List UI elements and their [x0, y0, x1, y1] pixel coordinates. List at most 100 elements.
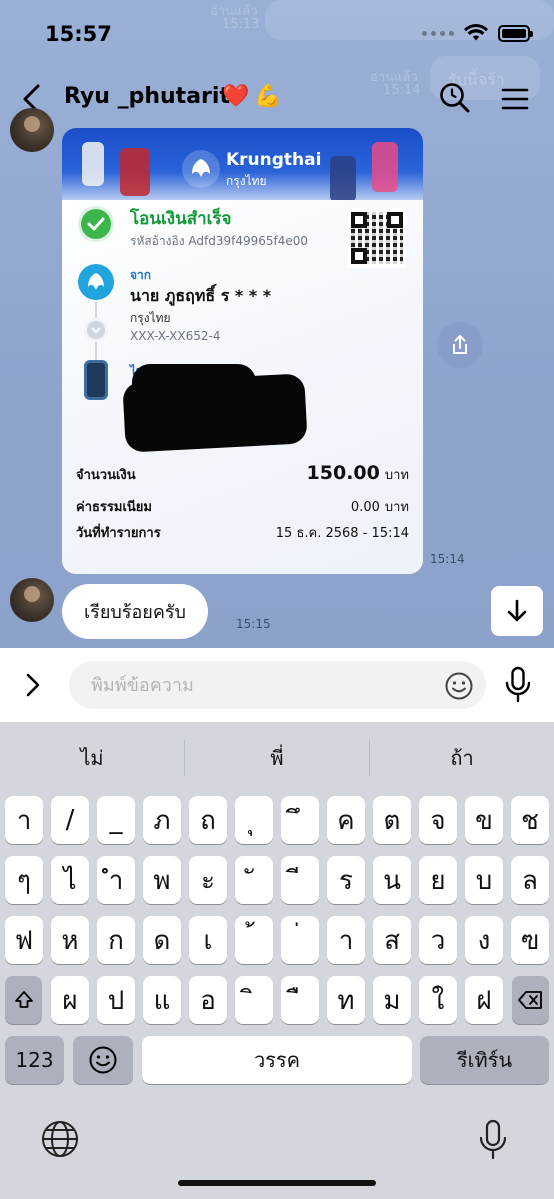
key-letter[interactable]: เ	[189, 916, 227, 964]
chevron-down-icon	[84, 318, 108, 342]
status-bar: 15:57	[0, 0, 554, 70]
emoji-button[interactable]	[444, 671, 474, 701]
voice-message-button[interactable]	[503, 666, 533, 704]
key-letter[interactable]: ำ	[97, 856, 135, 904]
key-letter[interactable]: ร	[327, 856, 365, 904]
muscle-emoji: 💪	[254, 84, 282, 109]
suggestion[interactable]: ไม่	[0, 742, 184, 774]
shift-key[interactable]	[5, 976, 42, 1024]
key-letter[interactable]: ถ	[189, 796, 227, 844]
bank-name: Krungthai	[226, 150, 322, 170]
athlete-figure	[330, 156, 356, 202]
key-letter[interactable]: ิ	[235, 976, 273, 1024]
key-letter[interactable]: ว	[419, 916, 457, 964]
key-letter[interactable]: ่	[281, 916, 319, 964]
key-letter[interactable]: บ	[465, 856, 503, 904]
share-icon	[453, 335, 467, 354]
avatar[interactable]	[10, 108, 54, 152]
chat-header: Ryu _phutarit ❤️ 💪	[0, 74, 554, 124]
suggestion-bar: ไม่ พี่ ถ้า	[0, 722, 554, 794]
key-letter[interactable]: า	[327, 916, 365, 964]
status-icons	[422, 24, 533, 42]
space-key[interactable]: วรรค	[142, 1036, 412, 1084]
key-letter[interactable]: ต	[373, 796, 411, 844]
search-button[interactable]	[437, 80, 473, 116]
key-letter[interactable]: ก	[97, 916, 135, 964]
date-value: 15 ธ.ค. 2568 - 15:14	[275, 526, 409, 541]
key-letter[interactable]: ท	[327, 976, 365, 1024]
key-letter[interactable]: ุ	[235, 796, 273, 844]
message-timestamp: 15:14	[430, 552, 465, 566]
key-letter[interactable]: ั	[235, 856, 273, 904]
key-letter[interactable]: ฟ	[5, 916, 43, 964]
suggestion[interactable]: พี่	[185, 742, 369, 774]
key-letter[interactable]: ห	[51, 916, 89, 964]
key-letter[interactable]: จ	[419, 796, 457, 844]
key-letter[interactable]: _	[97, 796, 135, 844]
suggestion[interactable]: ถ้า	[370, 742, 554, 774]
message-input[interactable]	[69, 661, 486, 709]
wifi-icon	[464, 24, 488, 41]
key-letter[interactable]: ื	[281, 976, 319, 1024]
key-letter[interactable]: า	[5, 796, 43, 844]
key-letter[interactable]: /	[51, 796, 89, 844]
key-letter[interactable]: ๆ	[5, 856, 43, 904]
key-letter[interactable]: ภ	[143, 796, 181, 844]
key-letter[interactable]: ค	[327, 796, 365, 844]
key-letter[interactable]: ฝ	[465, 976, 503, 1024]
key-letter[interactable]: ไ	[51, 856, 89, 904]
key-letter[interactable]: อ	[189, 976, 227, 1024]
menu-button[interactable]	[498, 82, 532, 116]
emoji-keyboard-key[interactable]	[73, 1036, 133, 1084]
amount-value: 150.00	[306, 462, 380, 484]
amount-row: จำนวนเงิน 150.00 บาท	[76, 462, 409, 485]
return-key[interactable]: รีเทิร์น	[420, 1036, 549, 1084]
shift-icon	[14, 991, 33, 1008]
key-letter[interactable]: ด	[143, 916, 181, 964]
key-letter[interactable]: พ	[143, 856, 181, 904]
dictation-mic-icon[interactable]	[476, 1118, 510, 1162]
bank-name-th: กรุงไทย	[226, 174, 267, 188]
numbers-key[interactable]: 123	[5, 1036, 64, 1084]
sender-account: XXX-X-XX652-4	[130, 329, 221, 343]
athlete-figure	[372, 142, 398, 192]
key-letter[interactable]: ะ	[189, 856, 227, 904]
key-letter[interactable]: ส	[373, 916, 411, 964]
globe-icon[interactable]	[39, 1118, 81, 1160]
key-letter[interactable]: ม	[373, 976, 411, 1024]
key-letter[interactable]: ฃ	[511, 916, 549, 964]
key-letter[interactable]: ใ	[419, 976, 457, 1024]
key-letter[interactable]: ง	[465, 916, 503, 964]
key-letter[interactable]: ช	[511, 796, 549, 844]
key-letter[interactable]: ป	[97, 976, 135, 1024]
key-letter[interactable]: ล	[511, 856, 549, 904]
key-letter[interactable]: แ	[143, 976, 181, 1024]
backspace-key[interactable]	[512, 976, 549, 1024]
key-letter[interactable]: ย	[419, 856, 457, 904]
message-bubble[interactable]: เรียบร้อยครับ	[62, 584, 208, 639]
key-letter[interactable]: ผ	[51, 976, 89, 1024]
share-button[interactable]	[437, 322, 483, 368]
sender-bank-icon	[78, 264, 114, 300]
fee-label: ค่าธรรมเนียม	[76, 500, 152, 515]
arrow-down-icon	[507, 599, 527, 622]
qr-code-icon	[347, 208, 407, 268]
krungthai-logo-icon	[182, 150, 220, 188]
key-letter[interactable]: น	[373, 856, 411, 904]
transfer-receipt-image[interactable]: Krungthai กรุงไทย โอนเงินสำเร็จ รหัสอ้าง…	[62, 128, 423, 574]
sender-name: นาย ภูธฤทธิ์ ร * * *	[130, 286, 272, 305]
sender-bank: กรุงไทย	[130, 311, 171, 325]
athlete-figure	[82, 142, 104, 186]
transfer-status: โอนเงินสำเร็จ	[130, 209, 232, 229]
reference-code: รหัสอ้างอิง Adfd39f49965f4e00	[130, 234, 309, 248]
heart-emoji: ❤️	[222, 84, 250, 109]
scroll-to-bottom-button[interactable]	[491, 586, 543, 636]
expand-button[interactable]	[20, 670, 46, 700]
chat-title[interactable]: Ryu _phutarit	[64, 84, 230, 109]
from-label: จาก	[130, 268, 152, 282]
key-letter[interactable]: ี	[281, 856, 319, 904]
avatar[interactable]	[10, 578, 54, 622]
key-letter[interactable]: ข	[465, 796, 503, 844]
key-letter[interactable]: ้	[235, 916, 273, 964]
key-letter[interactable]: ึ	[281, 796, 319, 844]
